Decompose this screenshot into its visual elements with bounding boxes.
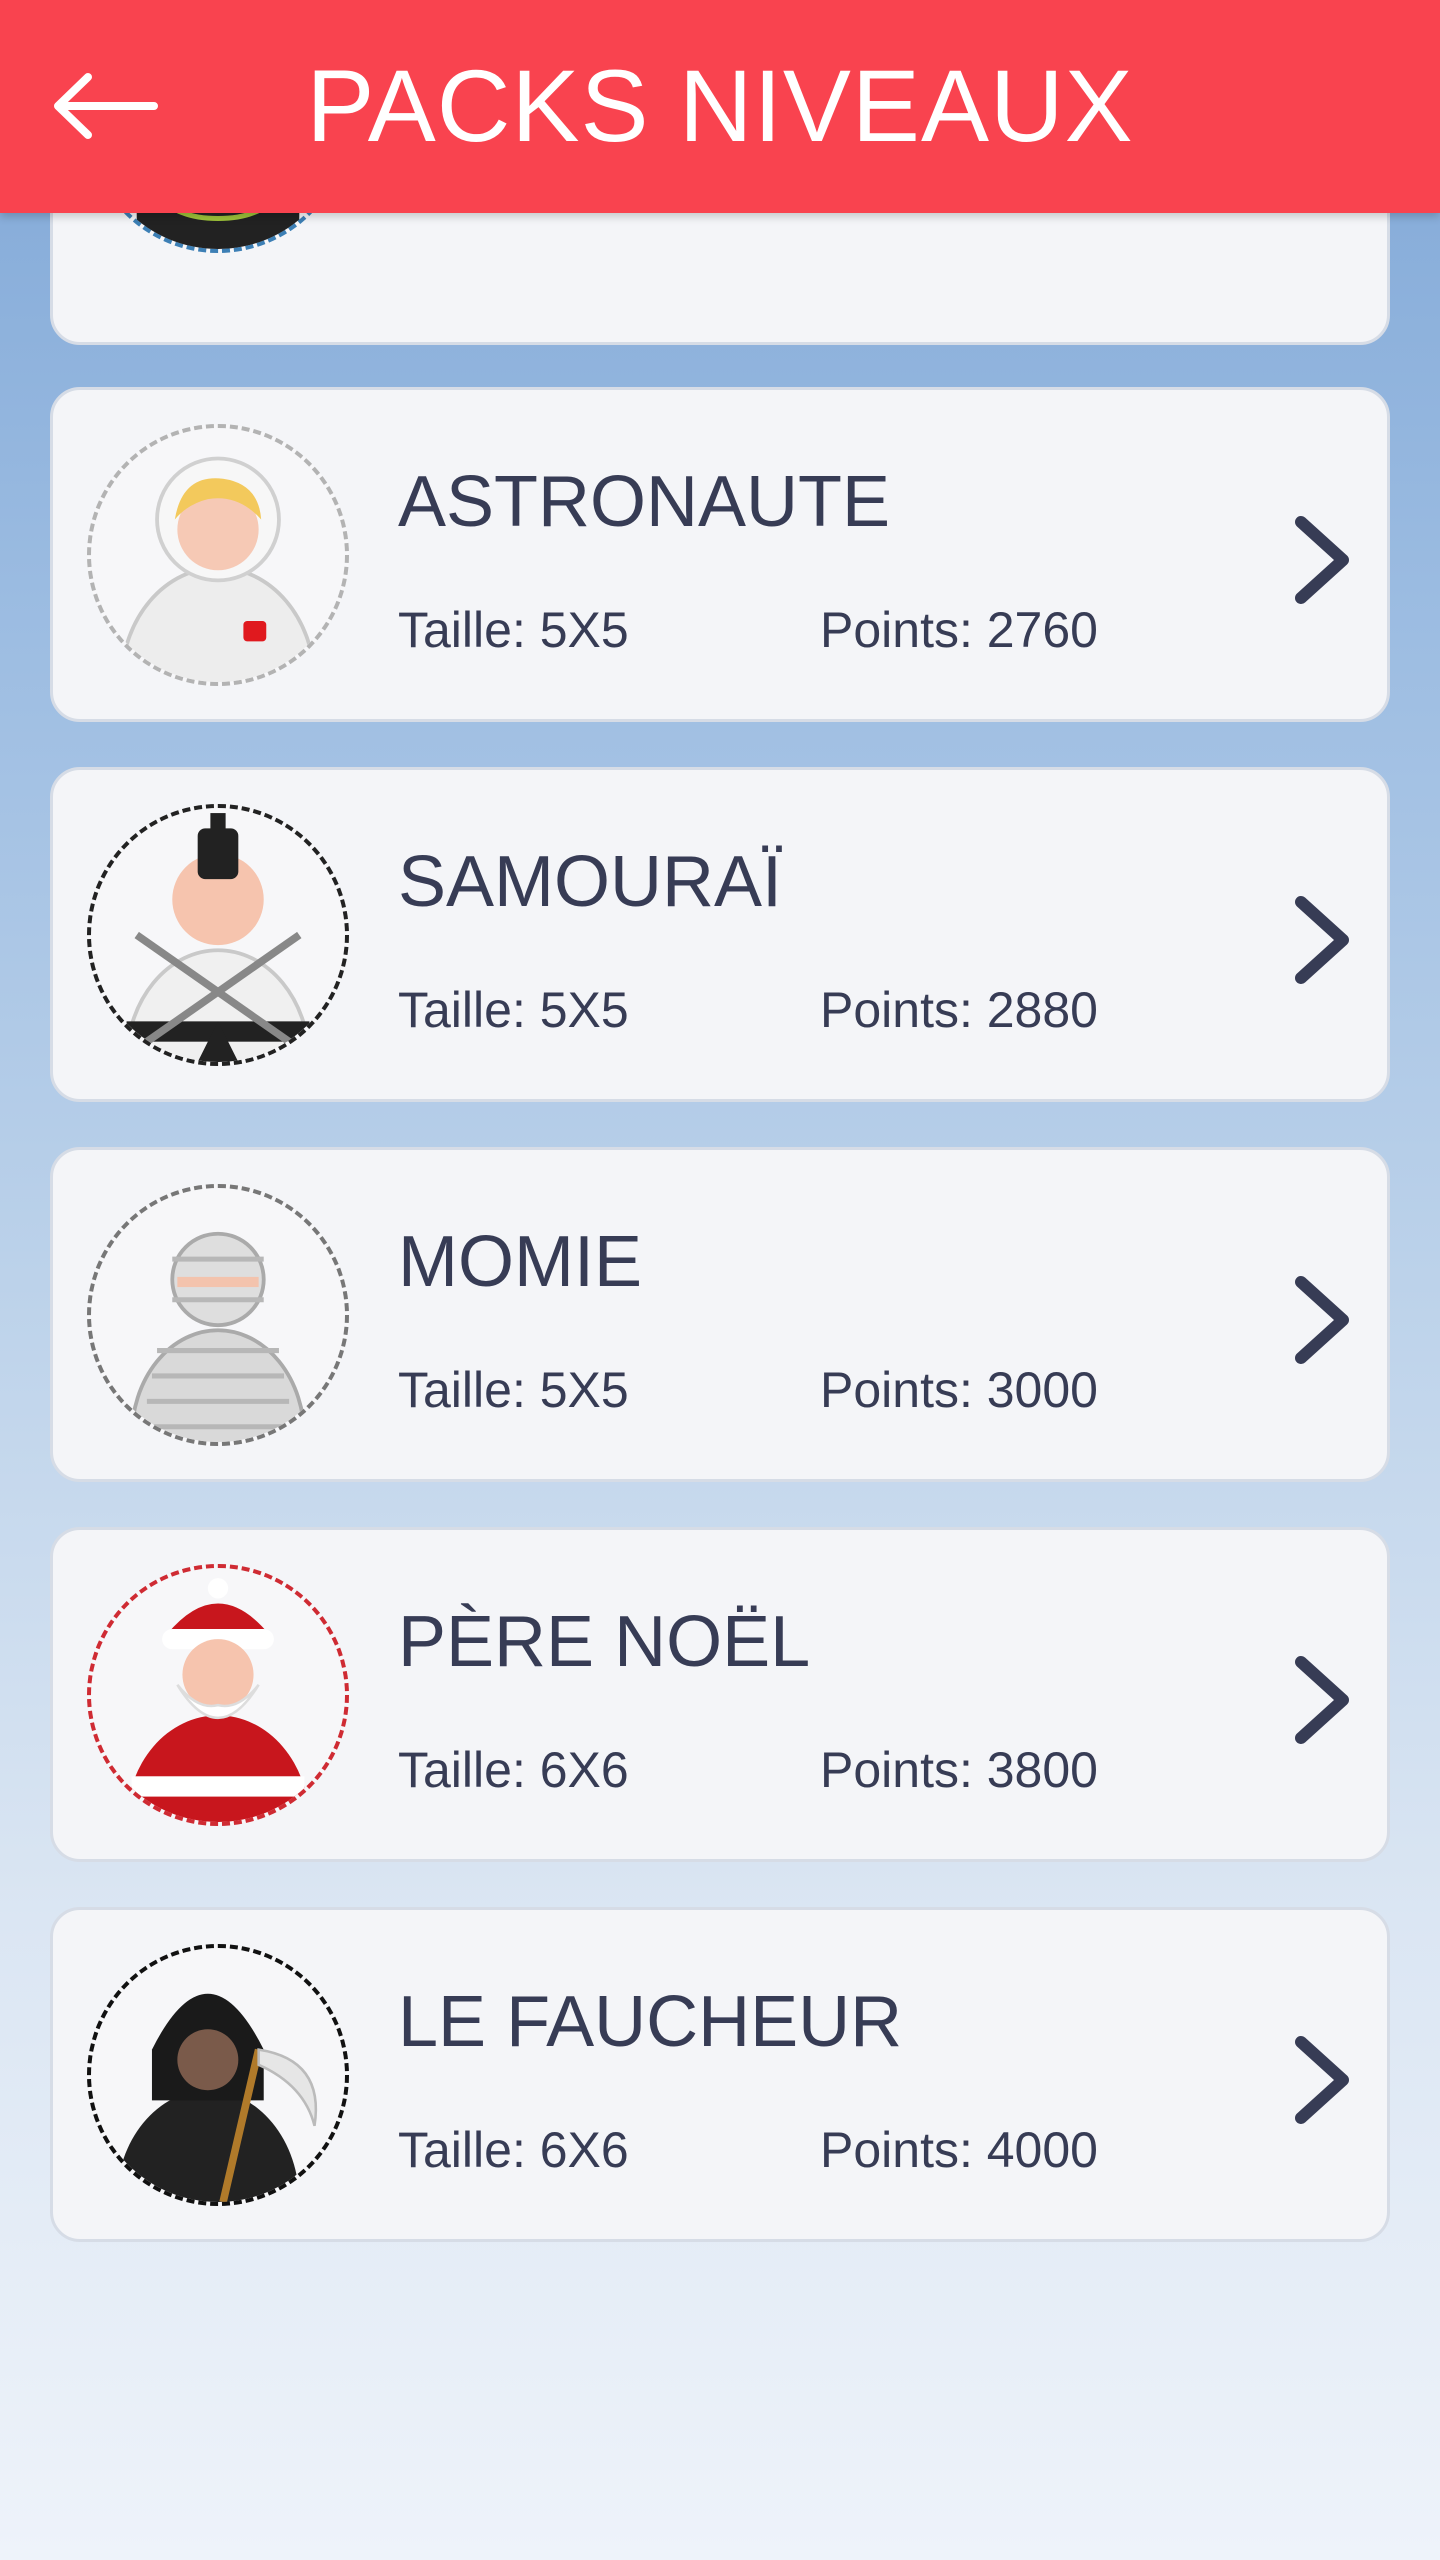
page-title: PACKS NIVEAUX <box>306 49 1134 163</box>
chevron-right-icon <box>1295 2036 1349 2124</box>
reaper-avatar-icon <box>87 1944 349 2206</box>
pack-name: ASTRONAUTE <box>398 462 891 542</box>
pack-size: Taille: 6X6 <box>398 2122 629 2178</box>
pack-size: Taille: 5X5 <box>398 982 629 1038</box>
pack-name: MOMIE <box>398 1222 642 1302</box>
pack-points: Points: 2760 <box>820 602 1098 658</box>
pack-name: LE FAUCHEUR <box>398 1982 903 2062</box>
pack-card-momie[interactable]: MOMIE Taille: 5X5 Points: 3000 <box>50 1147 1390 1482</box>
samurai-avatar-icon <box>87 804 349 1066</box>
chevron-right-icon <box>1295 1656 1349 1744</box>
santa-avatar-icon <box>87 1564 349 1826</box>
pack-size: Taille: 5X5 <box>398 1362 629 1418</box>
chevron-right-icon <box>1295 1276 1349 1364</box>
pack-points: Points: 3000 <box>820 1362 1098 1418</box>
pack-list: ASTRONAUTE Taille: 5X5 Points: 2760 SAMO… <box>0 0 1440 2560</box>
pack-size: Taille: 6X6 <box>398 1742 629 1798</box>
pack-name: PÈRE NOËL <box>398 1602 811 1682</box>
app-header: PACKS NIVEAUX <box>0 0 1440 213</box>
pack-points: Points: 3800 <box>820 1742 1098 1798</box>
chevron-right-icon <box>1295 516 1349 604</box>
pack-size: Taille: 5X5 <box>398 602 629 658</box>
mummy-avatar-icon <box>87 1184 349 1446</box>
chevron-right-icon <box>1295 896 1349 984</box>
pack-card-le-faucheur[interactable]: LE FAUCHEUR Taille: 6X6 Points: 4000 <box>50 1907 1390 2242</box>
pack-card-astronaute[interactable]: ASTRONAUTE Taille: 5X5 Points: 2760 <box>50 387 1390 722</box>
pack-card-pere-noel[interactable]: PÈRE NOËL Taille: 6X6 Points: 3800 <box>50 1527 1390 1862</box>
pack-points: Points: 4000 <box>820 2122 1098 2178</box>
pack-points: Points: 2880 <box>820 982 1098 1038</box>
pack-name: SAMOURAÏ <box>398 842 783 922</box>
astronaut-avatar-icon <box>87 424 349 686</box>
pack-card-samourai[interactable]: SAMOURAÏ Taille: 5X5 Points: 2880 <box>50 767 1390 1102</box>
